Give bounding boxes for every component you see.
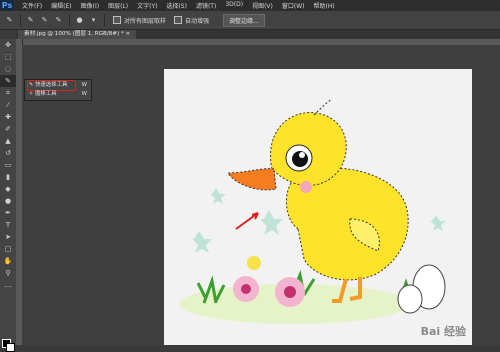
tools-panel: ✥ ⬚ ◌ ✎ ⌗ ⁄ ✚ ✐ ▲ ↺ ▭ ▮ ◆ ● ✒ T ➤ ▢ ✋ ⚲ …: [0, 39, 17, 352]
zoom-tool-icon[interactable]: ⚲: [0, 267, 16, 279]
eyedropper-tool-icon[interactable]: ⁄: [0, 99, 16, 111]
menu-file[interactable]: 文件(F): [22, 1, 42, 10]
menu-help[interactable]: 帮助(H): [314, 1, 335, 10]
history-brush-icon[interactable]: ↺: [0, 147, 16, 159]
flyout-item-quick-selection[interactable]: ✎ 快速选择工具 W: [27, 81, 87, 89]
eraser-tool-icon[interactable]: ▭: [0, 159, 16, 171]
menu-type[interactable]: 文字(Y): [137, 1, 157, 10]
duck-eye-highlight: [299, 152, 305, 158]
type-tool-icon[interactable]: T: [0, 219, 16, 231]
background-color-swatch[interactable]: [6, 343, 15, 352]
add-selection-icon[interactable]: ✎: [40, 16, 49, 25]
auto-enhance-checkbox[interactable]: [174, 16, 183, 24]
document-canvas[interactable]: Bai 经验: [164, 69, 472, 345]
options-bar: ✎ ✎ ✎ ✎ ● ▾ 对所有图层取样 自动增强 调整边缘...: [0, 11, 500, 30]
pink-flower: [275, 277, 305, 307]
quick-selection-icon[interactable]: ✎: [5, 16, 14, 25]
crop-tool-icon[interactable]: ⌗: [0, 87, 16, 99]
brush-tool-icon[interactable]: ✐: [0, 123, 16, 135]
menu-items: 文件(F) 编辑(E) 图像(I) 图层(L) 文字(Y) 选择(S) 滤镜(T…: [22, 1, 344, 10]
watermark: Bai 经验: [420, 325, 466, 338]
shortcut-key: W: [81, 82, 87, 88]
menu-edit[interactable]: 编辑(E): [51, 1, 71, 10]
new-selection-icon[interactable]: ✎: [26, 16, 35, 25]
path-selection-icon[interactable]: ➤: [0, 231, 16, 243]
healing-tool-icon[interactable]: ✚: [0, 111, 16, 123]
move-tool-icon[interactable]: ✥: [0, 39, 16, 51]
menu-bar: Ps 文件(F) 编辑(E) 图像(I) 图层(L) 文字(Y) 选择(S) 滤…: [0, 0, 500, 11]
flyout-item-label: 快速选择工具: [35, 82, 68, 88]
menu-filter[interactable]: 滤镜(T): [196, 1, 216, 10]
selection-tool-flyout: ✎ 快速选择工具 W ✧ 魔棒工具 W: [24, 79, 92, 101]
stamp-tool-icon[interactable]: ▲: [0, 135, 16, 147]
menu-3d[interactable]: 3D(D): [225, 1, 243, 10]
menu-window[interactable]: 窗口(W): [282, 1, 305, 10]
shape-tool-icon[interactable]: ▢: [0, 243, 16, 255]
flyout-item-magic-wand[interactable]: ✧ 魔棒工具 W: [27, 90, 87, 98]
quick-selection-icon: ✎: [28, 82, 34, 88]
menu-image[interactable]: 图像(I): [81, 1, 99, 10]
refine-edge-button[interactable]: 调整边缘...: [223, 13, 265, 27]
divider: [20, 14, 21, 26]
document-tab-bar: 素材.jpg @ 100% (图层 1, RGB/8#) * ×: [16, 30, 500, 39]
document-tab[interactable]: 素材.jpg @ 100% (图层 1, RGB/8#) * ×: [18, 30, 137, 39]
divider: [69, 14, 70, 26]
menu-layer[interactable]: 图层(L): [108, 1, 128, 10]
subtract-selection-icon[interactable]: ✎: [54, 16, 63, 25]
divider: [104, 14, 105, 26]
gradient-tool-icon[interactable]: ▮: [0, 171, 16, 183]
yellow-flower: [247, 256, 261, 270]
marquee-tool-icon[interactable]: ⬚: [0, 51, 16, 63]
quick-selection-tool-icon[interactable]: ✎: [0, 75, 16, 87]
photoshop-logo: Ps: [0, 0, 14, 11]
hand-tool-icon[interactable]: ✋: [0, 255, 16, 267]
duck-cheek: [300, 181, 312, 193]
auto-enhance-label: 自动增强: [185, 17, 210, 25]
egg: [397, 284, 423, 314]
shortcut-key: W: [81, 91, 87, 97]
color-swatches[interactable]: [2, 339, 15, 352]
menu-select[interactable]: 选择(S): [166, 1, 187, 10]
duck: [227, 98, 409, 281]
brush-size-icon[interactable]: ●: [75, 16, 84, 25]
lasso-tool-icon[interactable]: ◌: [0, 63, 16, 75]
blur-tool-icon[interactable]: ◆: [0, 183, 16, 195]
duck-illustration: [179, 98, 446, 324]
sample-all-layers-checkbox[interactable]: [113, 16, 121, 24]
pink-flower: [233, 276, 259, 302]
sample-all-layers-label: 对所有图层取样: [124, 17, 167, 25]
pen-tool-icon[interactable]: ✒: [0, 207, 16, 219]
dodge-tool-icon[interactable]: ●: [0, 195, 16, 207]
annotation-arrow: [235, 212, 259, 230]
chevron-down-icon[interactable]: ▾: [89, 16, 98, 25]
magic-wand-icon: ✧: [28, 91, 34, 97]
more-tools-icon[interactable]: …: [0, 279, 16, 291]
menu-view[interactable]: 视图(V): [252, 1, 273, 10]
flyout-item-label: 魔棒工具: [35, 91, 57, 97]
